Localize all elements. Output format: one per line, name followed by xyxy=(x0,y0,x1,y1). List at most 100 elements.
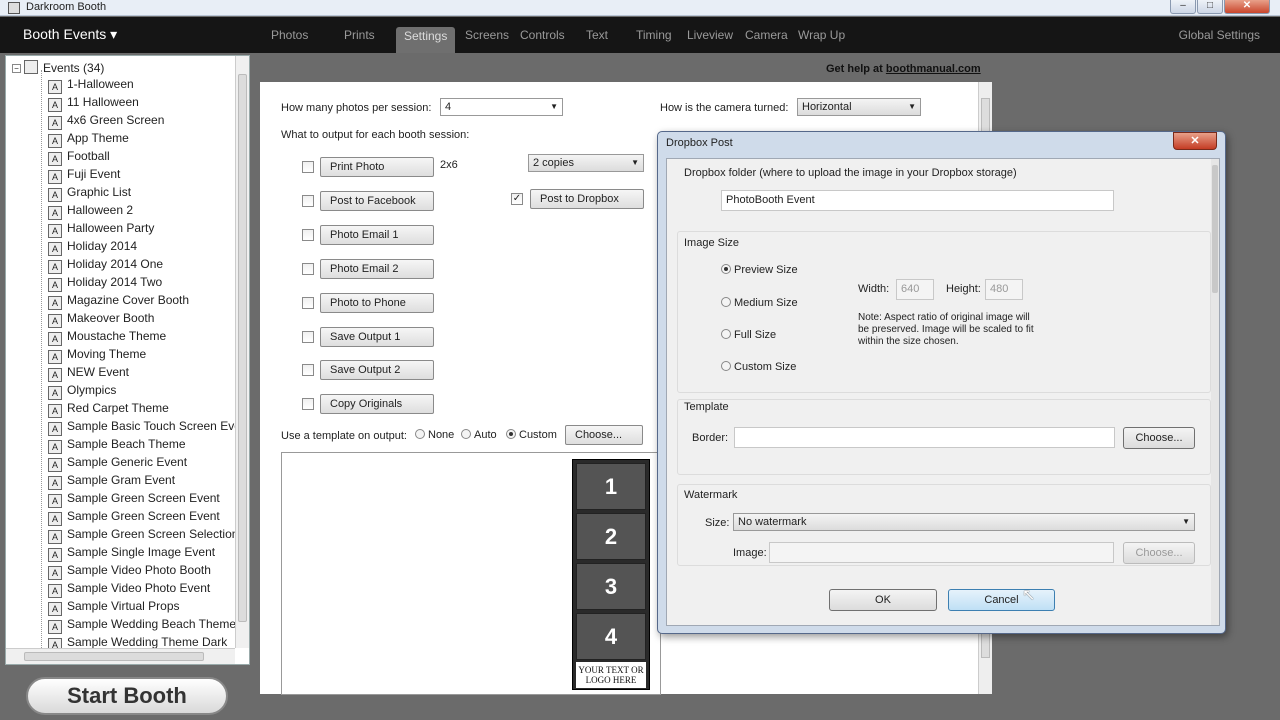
watermark-image-input[interactable] xyxy=(769,542,1114,563)
event-item[interactable]: A 11 Halloween xyxy=(48,93,139,112)
event-item[interactable]: A Magazine Cover Booth xyxy=(48,291,189,310)
radio-preview-icon[interactable] xyxy=(721,264,731,274)
dialog-scroll-thumb[interactable] xyxy=(1212,165,1218,293)
tree-horizontal-scrollbar[interactable] xyxy=(6,648,235,664)
tab-text[interactable]: Text xyxy=(586,28,608,42)
tab-camera[interactable]: Camera xyxy=(745,28,788,42)
output-button[interactable]: Photo to Phone xyxy=(320,293,434,313)
radio-medium-icon[interactable] xyxy=(721,297,731,307)
start-booth-button[interactable]: Start Booth xyxy=(26,677,228,715)
collapse-icon[interactable]: − xyxy=(12,64,21,73)
radio-auto-icon[interactable] xyxy=(461,429,471,439)
tree-root[interactable]: − Events (34) xyxy=(12,60,104,75)
tree-hscroll-thumb[interactable] xyxy=(24,652,204,661)
event-item[interactable]: A Sample Video Photo Booth xyxy=(48,561,211,580)
output-button[interactable]: Photo Email 2 xyxy=(320,259,434,279)
minimize-button[interactable]: – xyxy=(1170,0,1196,14)
tree-vertical-scrollbar[interactable] xyxy=(235,56,249,648)
radio-custom-icon[interactable] xyxy=(506,429,516,439)
output-checkbox[interactable] xyxy=(302,161,314,173)
tab-prints[interactable]: Prints xyxy=(344,28,375,42)
ok-button[interactable]: OK xyxy=(829,589,937,611)
post-to-dropbox-button[interactable]: Post to Dropbox xyxy=(530,189,644,209)
event-item[interactable]: A Graphic List xyxy=(48,183,131,202)
template-option-auto[interactable]: Auto xyxy=(461,429,497,441)
size-option-custom[interactable]: Custom Size xyxy=(721,361,796,373)
event-item[interactable]: A Red Carpet Theme xyxy=(48,399,169,418)
size-option-preview[interactable]: Preview Size xyxy=(721,264,798,276)
event-item[interactable]: A Football xyxy=(48,147,110,166)
event-item[interactable]: A Makeover Booth xyxy=(48,309,154,328)
event-item[interactable]: A App Theme xyxy=(48,129,129,148)
tab-wrap-up[interactable]: Wrap Up xyxy=(798,28,845,42)
tab-liveview[interactable]: Liveview xyxy=(687,28,733,42)
output-checkbox[interactable] xyxy=(302,229,314,241)
event-item[interactable]: A Moving Theme xyxy=(48,345,146,364)
tab-controls[interactable]: Controls xyxy=(520,28,565,42)
tab-settings[interactable]: Settings xyxy=(396,27,456,53)
dialog-close-button[interactable]: ✕ xyxy=(1173,132,1217,150)
radio-none-icon[interactable] xyxy=(415,429,425,439)
output-button[interactable]: Photo Email 1 xyxy=(320,225,434,245)
output-button[interactable]: Save Output 1 xyxy=(320,327,434,347)
template-choose-button[interactable]: Choose... xyxy=(565,425,643,445)
width-input[interactable]: 640 xyxy=(896,279,934,300)
tab-timing[interactable]: Timing xyxy=(636,28,672,42)
output-button[interactable]: Copy Originals xyxy=(320,394,434,414)
event-item[interactable]: A Holiday 2014 One xyxy=(48,255,163,274)
event-item[interactable]: A Holiday 2014 Two xyxy=(48,273,162,292)
output-checkbox[interactable] xyxy=(302,331,314,343)
watermark-choose-button[interactable]: Choose... xyxy=(1123,542,1195,564)
event-item[interactable]: A Sample Gram Event xyxy=(48,471,175,490)
tab-photos[interactable]: Photos xyxy=(271,28,308,42)
event-item[interactable]: A Sample Generic Event xyxy=(48,453,187,472)
event-item[interactable]: A Halloween 2 xyxy=(48,201,133,220)
help-link[interactable]: boothmanual.com xyxy=(886,63,981,75)
booth-events-menu[interactable]: Booth Events ▾ xyxy=(23,26,117,43)
radio-full-icon[interactable] xyxy=(721,329,731,339)
event-item[interactable]: A Sample Green Screen Event xyxy=(48,507,220,526)
size-option-medium[interactable]: Medium Size xyxy=(721,297,798,309)
event-item[interactable]: A Fuji Event xyxy=(48,165,120,184)
dropbox-checkbox[interactable]: ✓ xyxy=(511,193,523,205)
dropbox-folder-input[interactable]: PhotoBooth Event xyxy=(721,190,1114,211)
copies-select[interactable]: 2 copies xyxy=(528,154,644,172)
output-checkbox[interactable] xyxy=(302,364,314,376)
tree-scroll-thumb[interactable] xyxy=(238,74,247,622)
events-tree-panel[interactable]: − Events (34) A 1-Halloween A 11 Halloween A 4… xyxy=(5,55,250,665)
event-item[interactable]: A Sample Basic Touch Screen Eve xyxy=(48,417,241,436)
size-option-full[interactable]: Full Size xyxy=(721,329,776,341)
event-item[interactable]: A Sample Beach Theme xyxy=(48,435,186,454)
output-checkbox[interactable] xyxy=(302,195,314,207)
template-option-none[interactable]: None xyxy=(415,429,454,441)
event-item[interactable]: A Sample Virtual Props xyxy=(48,597,180,616)
event-item[interactable]: A 1-Halloween xyxy=(48,75,134,94)
height-input[interactable]: 480 xyxy=(985,279,1023,300)
event-item[interactable]: A NEW Event xyxy=(48,363,129,382)
event-item[interactable]: A Halloween Party xyxy=(48,219,154,238)
event-item[interactable]: A Sample Single Image Event xyxy=(48,543,215,562)
output-button[interactable]: Post to Facebook xyxy=(320,191,434,211)
radio-custom-size-icon[interactable] xyxy=(721,361,731,371)
event-item[interactable]: A Moustache Theme xyxy=(48,327,166,346)
cancel-button[interactable]: Cancel xyxy=(948,589,1055,611)
global-settings-link[interactable]: Global Settings xyxy=(1179,28,1260,42)
border-input[interactable] xyxy=(734,427,1115,448)
event-item[interactable]: A Sample Wedding Beach Theme xyxy=(48,615,236,634)
output-button[interactable]: Save Output 2 xyxy=(320,360,434,380)
watermark-size-select[interactable]: No watermark xyxy=(733,513,1195,531)
event-item[interactable]: A Sample Video Photo Event xyxy=(48,579,210,598)
output-checkbox[interactable] xyxy=(302,297,314,309)
event-item[interactable]: A 4x6 Green Screen xyxy=(48,111,164,130)
output-button[interactable]: Print Photo xyxy=(320,157,434,177)
photos-per-session-select[interactable]: 4 xyxy=(440,98,563,116)
event-item[interactable]: A Sample Green Screen Selection xyxy=(48,525,238,544)
event-item[interactable]: A Olympics xyxy=(48,381,116,400)
output-checkbox[interactable] xyxy=(302,398,314,410)
template-option-custom[interactable]: Custom xyxy=(506,429,557,441)
event-item[interactable]: A Holiday 2014 xyxy=(48,237,137,256)
dialog-scrollbar[interactable] xyxy=(1211,159,1219,625)
output-checkbox[interactable] xyxy=(302,263,314,275)
camera-turned-select[interactable]: Horizontal xyxy=(797,98,921,116)
tab-screens[interactable]: Screens xyxy=(465,28,509,42)
